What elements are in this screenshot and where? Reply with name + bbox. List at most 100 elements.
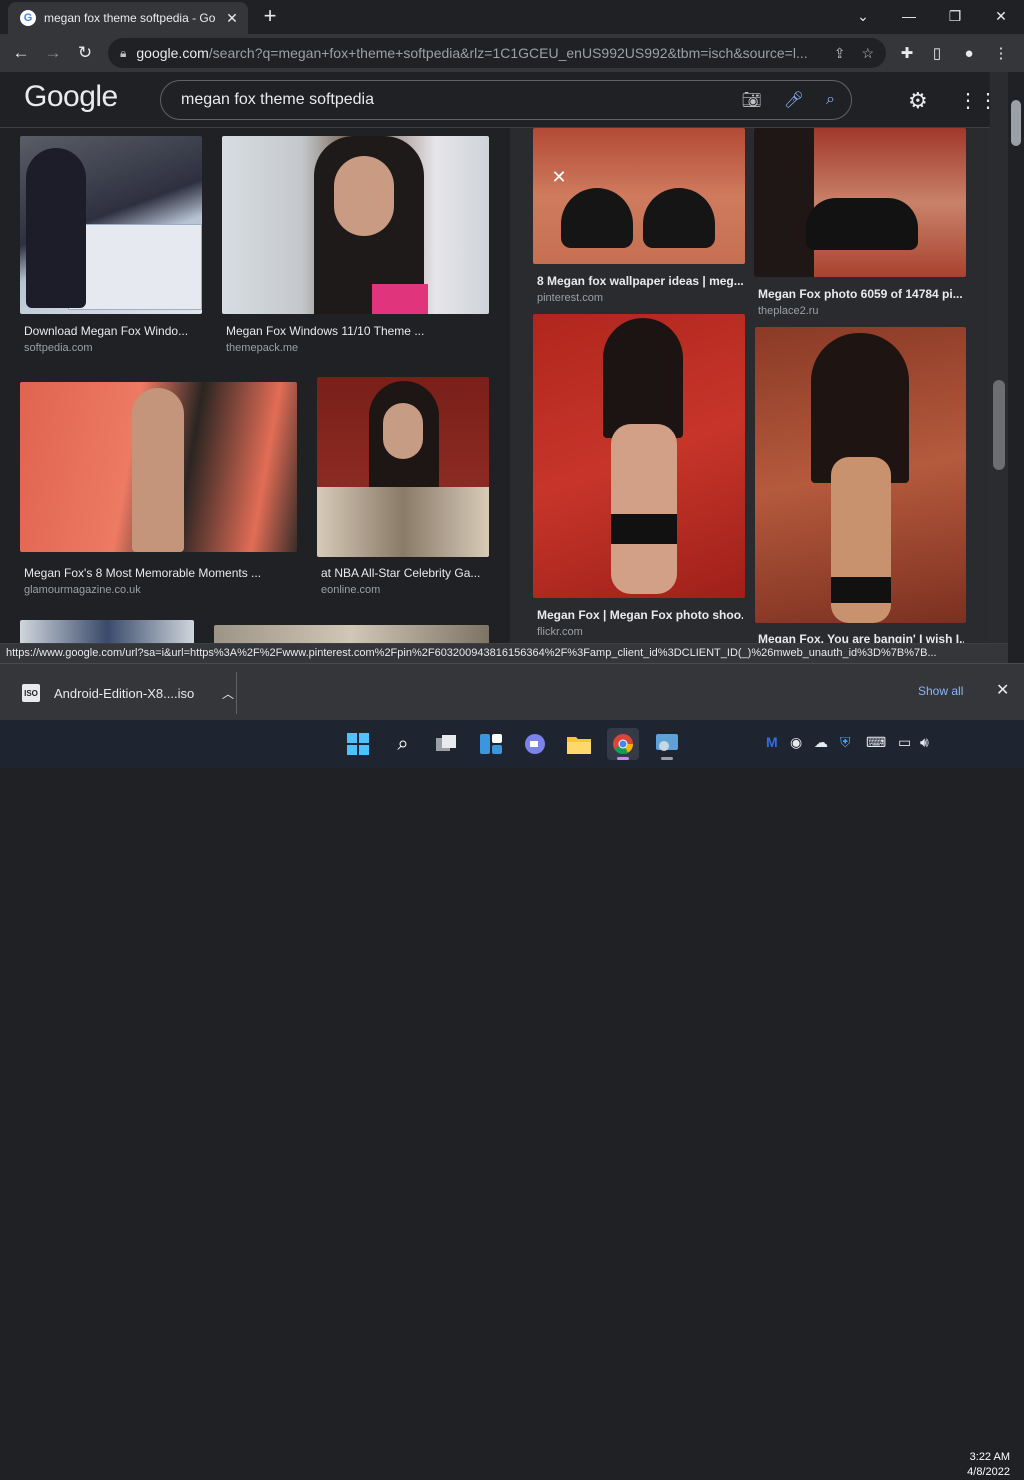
result-caption[interactable]: Megan Fox's 8 Most Memorable Moments ... bbox=[24, 566, 296, 580]
hair-shape bbox=[603, 318, 683, 438]
google-logo[interactable]: Google bbox=[24, 80, 118, 114]
profile-avatar-icon[interactable]: ● bbox=[958, 42, 980, 64]
minimize-button[interactable]: — bbox=[886, 0, 932, 32]
result-caption[interactable]: Megan Fox Windows 11/10 Theme ... bbox=[226, 324, 488, 338]
person-silhouette bbox=[26, 148, 86, 308]
extensions-puzzle-icon[interactable]: ✚ bbox=[896, 42, 918, 64]
back-arrow-icon[interactable]: ← bbox=[8, 40, 34, 66]
side-panel-icon[interactable]: ▯ bbox=[926, 42, 948, 64]
google-favicon-icon: G bbox=[20, 10, 36, 26]
address-bar[interactable]: 🔒︎ google.com/search?q=megan+fox+theme+s… bbox=[108, 38, 886, 68]
bookmark-star-icon[interactable]: ☆ bbox=[861, 45, 874, 62]
bikini-top-left bbox=[561, 188, 633, 248]
related-caption[interactable]: Megan Fox | Megan Fox photo shoo... bbox=[537, 608, 743, 622]
windows-start-icon[interactable] bbox=[342, 728, 374, 760]
close-preview-icon[interactable]: ✕ bbox=[546, 164, 572, 190]
tab-title: megan fox theme softpedia - Go bbox=[44, 11, 216, 25]
widgets-icon[interactable] bbox=[475, 728, 507, 760]
panel-scrollbar-thumb[interactable] bbox=[993, 380, 1005, 470]
related-caption[interactable]: Megan Fox photo 6059 of 14784 pi... bbox=[758, 287, 964, 301]
related-source: flickr.com bbox=[537, 626, 583, 638]
result-source: themepack.me bbox=[226, 342, 299, 354]
bikini-bottom bbox=[611, 514, 677, 544]
result-caption[interactable]: Download Megan Fox Windo... bbox=[24, 324, 204, 338]
related-image[interactable] bbox=[533, 314, 745, 598]
person-silhouette bbox=[611, 424, 677, 594]
close-window-button[interactable]: ✕ bbox=[978, 0, 1024, 32]
related-image[interactable] bbox=[533, 128, 745, 264]
clock-date: 4/8/2022 bbox=[967, 1466, 1010, 1478]
result-source: eonline.com bbox=[321, 584, 381, 596]
related-image[interactable] bbox=[754, 128, 966, 277]
result-image[interactable] bbox=[222, 136, 489, 314]
share-icon[interactable]: ⇪ bbox=[834, 45, 846, 62]
related-caption[interactable]: 8 Megan fox wallpaper ideas | meg... bbox=[537, 274, 743, 288]
result-image[interactable] bbox=[20, 382, 297, 552]
bikini-top-right bbox=[643, 188, 715, 248]
download-divider bbox=[236, 672, 237, 714]
download-shelf: ISO Android-Edition-X8....iso ︿ Show all… bbox=[0, 663, 1024, 720]
steam-tray-icon[interactable]: ◉ bbox=[790, 734, 802, 751]
restore-button[interactable]: ❐ bbox=[932, 0, 978, 32]
page-scrollbar[interactable] bbox=[1008, 72, 1024, 643]
task-view-icon[interactable] bbox=[431, 728, 463, 760]
bikini-top bbox=[806, 198, 918, 250]
cloud-tray-icon[interactable]: ☁ bbox=[814, 734, 828, 751]
settings-gear-icon[interactable]: ⚙ bbox=[908, 88, 928, 114]
camera-search-icon[interactable]: 📷︎ bbox=[741, 90, 761, 110]
result-caption[interactable]: at NBA All-Star Celebrity Ga... bbox=[321, 566, 489, 580]
teams-chat-icon[interactable] bbox=[519, 728, 551, 760]
related-image[interactable] bbox=[755, 327, 966, 623]
result-source: softpedia.com bbox=[24, 342, 93, 354]
search-box[interactable]: megan fox theme softpedia 📷︎ 🎤︎ ⌕ bbox=[160, 80, 852, 120]
face-shape bbox=[334, 156, 394, 236]
search-taskbar-icon[interactable]: ⌕ bbox=[387, 728, 419, 760]
menu-kebab-icon[interactable]: ⋮ bbox=[990, 42, 1012, 64]
keyboard-tray-icon[interactable]: ⌨ bbox=[866, 734, 886, 751]
browser-toolbar: ← → ↻ 🔒︎ google.com/search?q=megan+fox+t… bbox=[0, 34, 1024, 72]
result-image[interactable] bbox=[317, 377, 489, 557]
forward-arrow-icon[interactable]: → bbox=[40, 40, 66, 66]
show-all-downloads-button[interactable]: Show all bbox=[918, 684, 963, 698]
panel-scrollbar[interactable] bbox=[990, 72, 1008, 643]
search-input[interactable]: megan fox theme softpedia bbox=[181, 91, 719, 109]
shield-tray-icon[interactable]: ⛨ bbox=[840, 734, 851, 751]
related-source: pinterest.com bbox=[537, 292, 604, 304]
related-source: theplace2.ru bbox=[758, 305, 819, 317]
result-image[interactable] bbox=[20, 136, 202, 314]
volume-icon[interactable]: 🔊︎ bbox=[920, 734, 929, 751]
page-scrollbar-thumb[interactable] bbox=[1011, 100, 1021, 146]
clock-time: 3:22 AM bbox=[969, 1451, 1010, 1463]
tab-search-chevron-icon[interactable]: ⌄ bbox=[840, 0, 886, 32]
reload-icon[interactable]: ↻ bbox=[72, 40, 98, 66]
status-link-preview: https://www.google.com/url?sa=i&url=http… bbox=[0, 643, 1008, 663]
file-explorer-icon[interactable] bbox=[563, 728, 595, 760]
lock-icon[interactable]: 🔒︎ bbox=[120, 46, 126, 61]
url-text: google.com/search?q=megan+fox+theme+soft… bbox=[136, 45, 808, 61]
search-icon[interactable]: ⌕ bbox=[826, 91, 835, 109]
result-source: glamourmagazine.co.uk bbox=[24, 584, 141, 596]
windows-taskbar: ⌕ M ◉ ☁ ⛨ ⌨ ▭ 🔊︎ 3:22 AM 4/8/2022 bbox=[0, 720, 1024, 1478]
image-results-grid: Download Megan Fox Windo... softpedia.co… bbox=[0, 128, 510, 643]
tab-close-icon[interactable]: ✕ bbox=[224, 10, 240, 27]
mail-tray-icon[interactable]: M bbox=[766, 734, 778, 750]
microphone-icon[interactable]: 🎤︎ bbox=[784, 90, 804, 110]
hair-shape bbox=[754, 128, 814, 277]
related-caption[interactable]: Megan Fox. You are bangin' I wish I... bbox=[758, 632, 964, 643]
bikini-bottom bbox=[831, 577, 891, 603]
result-image[interactable] bbox=[214, 625, 489, 643]
chrome-taskbar-icon[interactable] bbox=[607, 728, 639, 760]
image-preview-panel: ✕ 8 Megan fox wallpaper ideas | meg... p… bbox=[510, 128, 990, 643]
chevron-up-icon[interactable]: ︿ bbox=[222, 685, 234, 702]
browser-tab[interactable]: G megan fox theme softpedia - Go ✕ bbox=[8, 2, 248, 34]
close-download-shelf-icon[interactable]: ✕ bbox=[996, 680, 1009, 700]
person-silhouette bbox=[132, 388, 184, 552]
app-taskbar-icon[interactable] bbox=[651, 728, 683, 760]
download-item[interactable]: ISO Android-Edition-X8....iso ︿ bbox=[14, 676, 234, 710]
network-monitor-icon[interactable]: ▭ bbox=[898, 734, 911, 751]
new-tab-button[interactable]: + bbox=[258, 5, 282, 29]
google-header: Google megan fox theme softpedia 📷︎ 🎤︎ ⌕… bbox=[0, 72, 1018, 128]
result-image[interactable] bbox=[20, 620, 194, 643]
system-clock[interactable]: 3:22 AM 4/8/2022 bbox=[946, 1450, 1010, 1480]
tab-strip: G megan fox theme softpedia - Go ✕ + ⌄ —… bbox=[0, 0, 1024, 34]
